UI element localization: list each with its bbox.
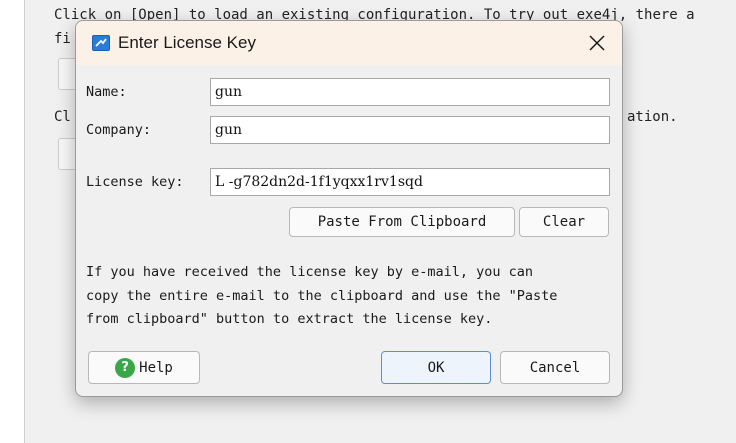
ok-button[interactable]: OK (381, 351, 491, 384)
license-dialog: Enter License Key Name: Company: License… (75, 20, 623, 397)
help-question-icon: ? (115, 357, 136, 378)
paste-from-clipboard-button[interactable]: Paste From Clipboard (289, 207, 515, 237)
bg-instruction-line3: Cl (54, 109, 71, 125)
company-field[interactable] (210, 116, 610, 144)
window-app-icon (92, 35, 110, 51)
help-button[interactable]: ? Help (88, 351, 200, 384)
name-label: Name: (86, 84, 127, 100)
close-button[interactable] (580, 28, 614, 58)
license-key-field[interactable] (210, 168, 610, 196)
company-label: Company: (86, 122, 152, 138)
info-text: If you have received the license key by … (86, 264, 558, 327)
close-icon (589, 35, 605, 51)
bg-instruction-line3-end: ation. (627, 109, 678, 125)
license-key-label: License key: (86, 174, 184, 190)
cancel-button[interactable]: Cancel (500, 351, 610, 384)
name-field[interactable] (210, 78, 610, 106)
clear-button[interactable]: Clear (519, 207, 609, 237)
help-button-label: Help (139, 359, 173, 376)
dialog-title: Enter License Key (118, 33, 256, 52)
dialog-titlebar[interactable]: Enter License Key (76, 21, 622, 65)
bg-instruction-line2: fi (54, 31, 71, 47)
